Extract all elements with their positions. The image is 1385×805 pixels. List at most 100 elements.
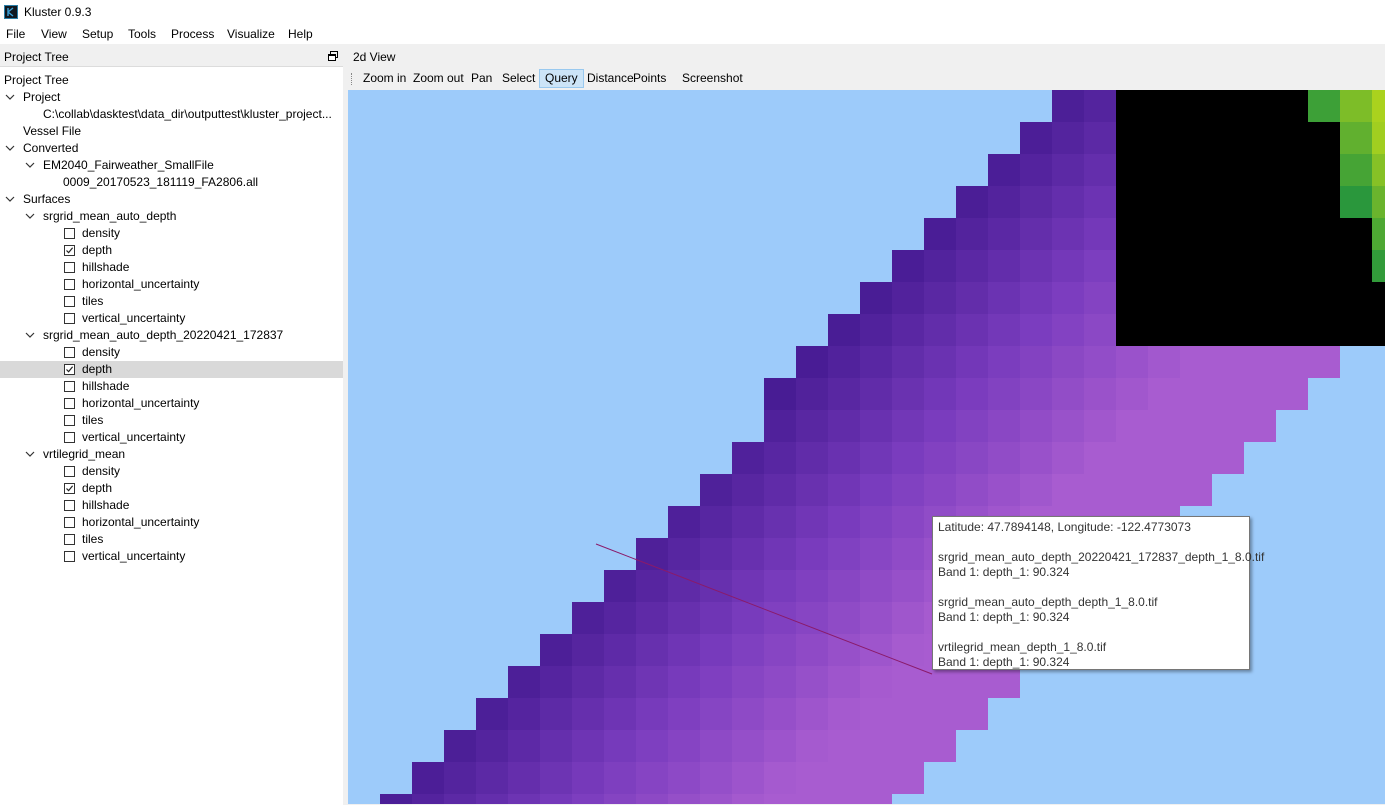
tree-node-surface[interactable]: vrtilegrid_mean [43, 446, 125, 463]
tree-item-layer-depth[interactable]: depth [82, 242, 112, 259]
depth-cell [508, 794, 540, 804]
tree-item-layer-vertical-uncertainty[interactable]: vertical_uncertainty [82, 548, 185, 565]
layer-checkbox[interactable] [64, 415, 75, 426]
depth-cell [860, 442, 892, 474]
layer-checkbox[interactable] [64, 534, 75, 545]
tree-item-layer-depth[interactable]: depth [82, 480, 112, 497]
tree-root-label[interactable]: Project Tree [4, 72, 69, 89]
layer-checkbox[interactable] [64, 262, 75, 273]
tree-node-surface[interactable]: srgrid_mean_auto_depth [43, 208, 176, 225]
tool-screenshot-button[interactable]: Screenshot [677, 69, 748, 88]
depth-cell [1148, 122, 1180, 154]
layer-checkbox[interactable] [64, 347, 75, 358]
tree-item-layer-horizontal-uncertainty[interactable]: horizontal_uncertainty [82, 395, 199, 412]
depth-cell [1116, 314, 1148, 346]
menu-setup[interactable]: Setup [82, 27, 113, 41]
tree-item-converted-file[interactable]: 0009_20170523_181119_FA2806.all [63, 174, 258, 191]
kluster-app-icon [4, 5, 18, 19]
tool-select-button[interactable]: Select [497, 69, 540, 88]
depth-cell [796, 378, 828, 410]
layer-checkbox[interactable] [64, 500, 75, 511]
depth-cell [1276, 314, 1308, 346]
depth-cell [988, 186, 1020, 218]
menu-help[interactable]: Help [288, 27, 313, 41]
layer-checkbox[interactable] [64, 432, 75, 443]
layer-checkbox[interactable] [64, 381, 75, 392]
depth-cell [924, 282, 956, 314]
chevron-down-icon[interactable] [5, 89, 17, 106]
layer-checkbox[interactable] [64, 466, 75, 477]
depth-cell [892, 762, 924, 794]
tool-points-button[interactable]: Points [628, 69, 671, 88]
tree-node-project[interactable]: Project [23, 89, 60, 106]
depth-cell [956, 378, 988, 410]
dock-float-icon[interactable] [328, 50, 338, 61]
chevron-down-icon[interactable] [25, 208, 37, 225]
layer-checkbox[interactable] [64, 398, 75, 409]
layer-checkbox[interactable] [64, 364, 75, 375]
depth-cell [700, 602, 732, 634]
layer-checkbox[interactable] [64, 517, 75, 528]
depth-cell [1052, 314, 1084, 346]
depth-cell [956, 186, 988, 218]
depth-cell [828, 474, 860, 506]
depth-cell [956, 698, 988, 730]
tree-item-layer-density[interactable]: density [82, 225, 120, 242]
tree-item-layer-hillshade[interactable]: hillshade [82, 259, 129, 276]
query-result-file: srgrid_mean_auto_depth_20220421_172837_d… [938, 550, 1265, 564]
tree-item-layer-density[interactable]: density [82, 463, 120, 480]
tool-query-button[interactable]: Query [539, 69, 584, 88]
tree-node-converted[interactable]: Converted [23, 140, 78, 157]
tree-node-converted-item[interactable]: EM2040_Fairweather_SmallFile [43, 157, 214, 174]
tree-node-vessel-file[interactable]: Vessel File [23, 123, 81, 140]
depth-cell [1020, 314, 1052, 346]
depth-cell [828, 410, 860, 442]
depth-cell [636, 730, 668, 762]
depth-cell [892, 410, 924, 442]
menu-file[interactable]: File [6, 27, 25, 41]
tool-pan-button[interactable]: Pan [466, 69, 497, 88]
tree-item-layer-tiles[interactable]: tiles [82, 412, 103, 429]
tree-item-layer-tiles[interactable]: tiles [82, 531, 103, 548]
depth-cell [924, 314, 956, 346]
tree-node-surfaces[interactable]: Surfaces [23, 191, 70, 208]
tree-item-layer-density[interactable]: density [82, 344, 120, 361]
depth-cell [796, 666, 828, 698]
layer-checkbox[interactable] [64, 551, 75, 562]
tool-zoom-in-button[interactable]: Zoom in [358, 69, 411, 88]
depth-cell [636, 698, 668, 730]
tree-item-layer-horizontal-uncertainty[interactable]: horizontal_uncertainty [82, 276, 199, 293]
depth-cell [860, 634, 892, 666]
menu-visualize[interactable]: Visualize [227, 27, 275, 41]
layer-checkbox[interactable] [64, 228, 75, 239]
depth-cell [1084, 282, 1116, 314]
chevron-down-icon[interactable] [25, 327, 37, 344]
map-canvas[interactable] [348, 90, 1385, 804]
layer-checkbox[interactable] [64, 245, 75, 256]
tree-item-layer-tiles[interactable]: tiles [82, 293, 103, 310]
depth-cell [1212, 442, 1244, 474]
tree-item-layer-vertical-uncertainty[interactable]: vertical_uncertainty [82, 310, 185, 327]
tree-item-layer-horizontal-uncertainty[interactable]: horizontal_uncertainty [82, 514, 199, 531]
tree-item-layer-vertical-uncertainty[interactable]: vertical_uncertainty [82, 429, 185, 446]
layer-checkbox[interactable] [64, 296, 75, 307]
menu-tools[interactable]: Tools [128, 27, 156, 41]
chevron-down-icon[interactable] [5, 140, 17, 157]
tree-node-surface[interactable]: srgrid_mean_auto_depth_20220421_172837 [43, 327, 283, 344]
tree-item-layer-hillshade[interactable]: hillshade [82, 497, 129, 514]
layer-checkbox[interactable] [64, 483, 75, 494]
depth-cell [828, 602, 860, 634]
tree-item-layer-depth[interactable]: depth [82, 361, 112, 378]
chevron-down-icon[interactable] [5, 191, 17, 208]
menu-view[interactable]: View [41, 27, 67, 41]
tool-zoom-out-button[interactable]: Zoom out [408, 69, 469, 88]
chevron-down-icon[interactable] [25, 446, 37, 463]
chevron-down-icon[interactable] [25, 157, 37, 174]
layer-checkbox[interactable] [64, 313, 75, 324]
tree-item-layer-hillshade[interactable]: hillshade [82, 378, 129, 395]
menu-process[interactable]: Process [171, 27, 214, 41]
depth-cell [604, 698, 636, 730]
tree-item-project-path[interactable]: C:\collab\dasktest\data_dir\outputtest\k… [43, 106, 332, 123]
toolbar-grip[interactable] [351, 73, 355, 85]
layer-checkbox[interactable] [64, 279, 75, 290]
